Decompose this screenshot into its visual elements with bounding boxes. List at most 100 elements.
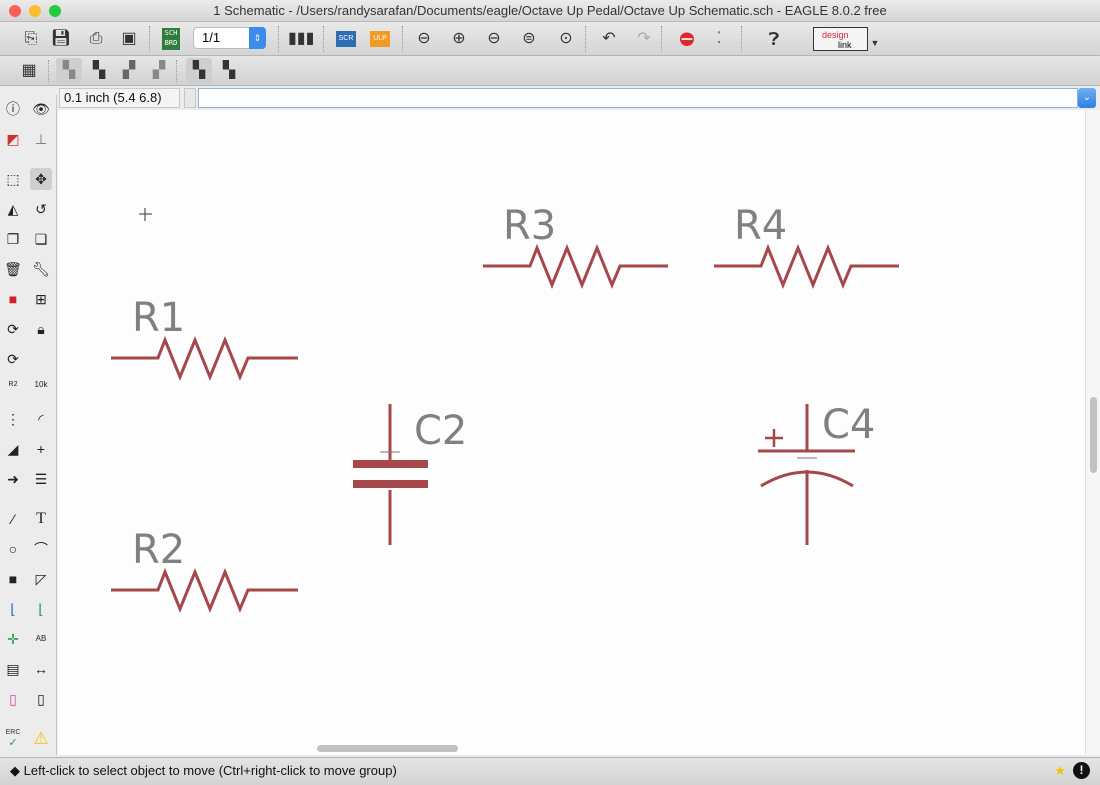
redo-icon[interactable]: ↷ — [633, 28, 655, 50]
open-icon[interactable]: ⎘ — [20, 28, 42, 50]
schematic-canvas[interactable]: R3 R4 R1 C2 C4 R2 — [58, 110, 1085, 755]
warning-icon[interactable]: ⚠ — [30, 728, 52, 750]
command-input[interactable] — [198, 88, 1078, 108]
script-button[interactable]: SCR — [336, 31, 356, 47]
grid-coordinate-readout: 0.1 inch (5.4 6.8) — [59, 88, 180, 108]
text-icon[interactable]: T — [30, 508, 52, 530]
mirror-icon[interactable]: ◭ — [2, 198, 24, 220]
cursor-crosshair — [139, 208, 152, 221]
gateswap-icon[interactable]: ☰ — [30, 468, 52, 490]
layout-4-icon[interactable]: ▞ — [148, 60, 170, 82]
stepper-icon[interactable]: ⇕ — [249, 27, 266, 49]
zoom-in-icon[interactable]: ⊕ — [448, 28, 470, 50]
pinswap-icon[interactable]: ➜ — [2, 468, 24, 490]
split-icon[interactable]: ◢ — [2, 438, 24, 460]
window-title: 1 Schematic - /Users/randysarafan/Docume… — [213, 3, 887, 18]
window-controls — [9, 5, 61, 17]
display-layers-icon[interactable]: ◩ — [2, 128, 24, 150]
zoom-button[interactable] — [49, 5, 61, 17]
optimize-icon[interactable]: + — [30, 438, 52, 460]
frame-icon[interactable]: ▯ — [2, 688, 24, 710]
horizontal-scrollbar[interactable] — [317, 745, 458, 752]
bus-icon[interactable]: ⌊ — [2, 598, 24, 620]
star-icon[interactable]: ★ — [1054, 758, 1066, 784]
change-icon[interactable]: 🔧︎ — [30, 258, 52, 280]
erc-button[interactable]: ERC ✓ — [2, 728, 24, 750]
module-icon[interactable]: ▯ — [30, 688, 52, 710]
secondary-toolbar: ▦ ▚ ▚ ▞ ▞ ▚ ▚ — [0, 56, 1100, 86]
zoom-redraw-icon[interactable]: ⊜ — [518, 28, 540, 50]
rotate-icon[interactable]: ↺ — [30, 198, 52, 220]
paste-icon[interactable]: ❏ — [30, 228, 52, 250]
save-icon[interactable]: 💾︎ — [50, 28, 72, 50]
layout-1-icon[interactable]: ▚ — [56, 58, 82, 84]
label-r3: R3 — [503, 203, 556, 249]
vertical-scrollbar[interactable] — [1085, 110, 1100, 755]
layout-2-icon[interactable]: ▚ — [88, 60, 110, 82]
ulp-button[interactable]: ULP — [370, 31, 390, 47]
label-r4: R4 — [734, 203, 787, 249]
print-icon[interactable]: ⎙ — [85, 28, 107, 50]
help-icon[interactable]: ❓︎ — [763, 28, 785, 50]
close-button[interactable] — [9, 5, 21, 17]
rectangle-icon[interactable]: ■ — [2, 568, 24, 590]
command-history-dropdown[interactable]: ⌄ — [1078, 88, 1096, 108]
chevron-down-icon[interactable]: ▼ — [864, 32, 886, 54]
add-part-icon[interactable]: ■ — [2, 288, 24, 310]
name-icon[interactable]: R2 — [2, 378, 24, 400]
miter-icon[interactable]: ◜ — [30, 408, 52, 430]
mark-icon[interactable]: ⊥ — [30, 128, 52, 150]
sch-brd-switch-button[interactable]: SCH BRD — [162, 28, 180, 50]
status-bar: ◆ Left-click to select object to move (C… — [0, 757, 1100, 785]
grid-icon[interactable]: ▦ — [18, 60, 40, 82]
line-icon[interactable]: ⁄ — [2, 508, 24, 530]
resistor-r3[interactable] — [483, 243, 668, 289]
resistor-r4[interactable] — [714, 243, 899, 289]
show-icon[interactable]: 👁︎ — [30, 98, 52, 120]
swap-icon[interactable]: ⟳ — [2, 348, 24, 370]
status-message: Left-click to select object to move (Ctr… — [23, 763, 397, 778]
main-toolbar: ⎘ 💾︎ ⎙ ▣ SCH BRD 1/1 ⇕ ▮▮▮ SCR ULP ⊖ ⊕ ⊖ ⊜… — [0, 22, 1100, 56]
circle-icon[interactable]: ○ — [2, 538, 24, 560]
stop-icon[interactable]: ⛔︎ — [676, 28, 698, 50]
label-icon[interactable]: AB — [30, 628, 52, 650]
value-icon[interactable]: 10k — [30, 378, 52, 400]
add-gate-icon[interactable]: ⊞ — [30, 288, 52, 310]
replace-icon[interactable]: ⟳ — [2, 318, 24, 340]
zoom-fit-icon[interactable]: ⊖ — [413, 28, 435, 50]
design-link-button[interactable]: design link — [813, 27, 868, 51]
minimize-button[interactable] — [29, 5, 41, 17]
delete-icon[interactable]: 🗑︎ — [2, 258, 24, 280]
layout-6-icon[interactable]: ▚ — [218, 60, 240, 82]
net-icon[interactable]: ⌊ — [30, 598, 52, 620]
select-icon[interactable]: ⬚ — [2, 168, 24, 190]
zoom-out-icon[interactable]: ⊖ — [483, 28, 505, 50]
label-r1: R1 — [132, 295, 185, 341]
smash-icon[interactable]: ⋮ — [2, 408, 24, 430]
undo-icon[interactable]: ↶ — [598, 28, 620, 50]
layers-icon[interactable]: ▮▮▮ — [288, 28, 314, 50]
move-icon[interactable]: ✥ — [30, 168, 52, 190]
zoom-select-icon[interactable]: ⊙ — [555, 28, 577, 50]
alert-icon[interactable]: ! — [1073, 762, 1090, 779]
resistor-r1[interactable] — [111, 335, 298, 381]
layout-5-icon[interactable]: ▚ — [186, 58, 212, 84]
attribute-icon[interactable]: ▤ — [2, 658, 24, 680]
resistor-r2[interactable] — [111, 567, 298, 613]
vertical-scroll-thumb[interactable] — [1090, 397, 1097, 473]
sheet-selector[interactable]: 1/1 ⇕ — [193, 27, 266, 49]
check-icon: ✓ — [8, 737, 18, 749]
arc-icon[interactable]: ⌒ — [30, 538, 52, 560]
copy-icon[interactable]: ❐ — [2, 228, 24, 250]
go-icon[interactable]: ⁚ — [708, 28, 730, 50]
cam-icon[interactable]: ▣ — [118, 28, 140, 50]
junction-icon[interactable]: ✛ — [2, 628, 24, 650]
layout-3-icon[interactable]: ▞ — [118, 60, 140, 82]
polygon-icon[interactable]: ◸ — [30, 568, 52, 590]
dimension-icon[interactable]: ↔ — [30, 658, 52, 680]
sch-label: SCH — [164, 29, 178, 37]
design-link-top: design — [822, 30, 849, 40]
command-toggle[interactable] — [184, 88, 196, 108]
info-icon[interactable]: ⓘ — [2, 98, 24, 120]
lock-icon[interactable]: 🔒︎ — [30, 318, 52, 340]
